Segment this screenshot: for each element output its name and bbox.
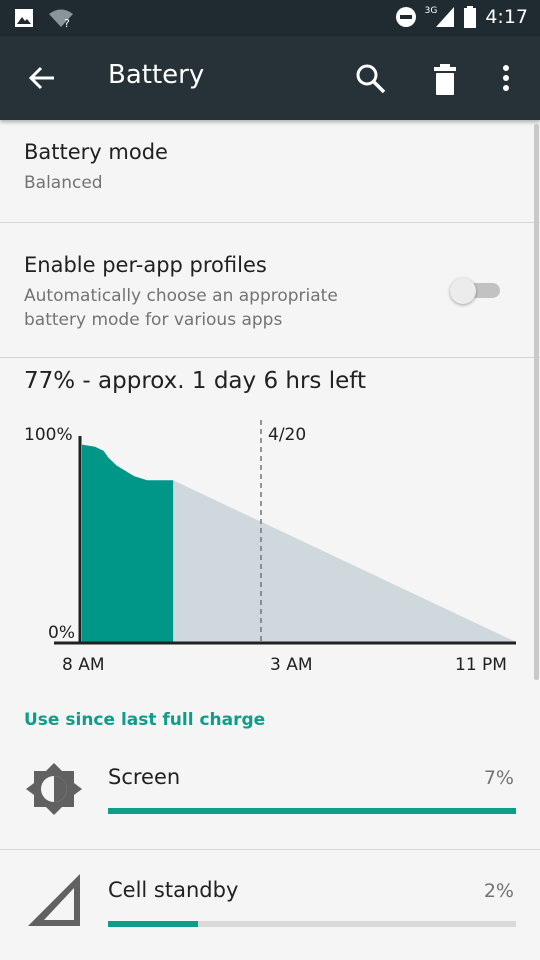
x-tick-label: 8 AM xyxy=(62,655,105,675)
history-area xyxy=(82,444,174,642)
svg-text:?: ? xyxy=(64,17,70,28)
battery-mode-setting[interactable]: Battery mode Balanced xyxy=(0,120,530,222)
usage-progress-bar xyxy=(108,921,516,927)
projection-area xyxy=(173,480,516,642)
x-tick-label: 11 PM xyxy=(455,655,507,675)
per-app-profiles-summary: Automatically choose an appropriate batt… xyxy=(24,286,338,330)
toggle-thumb xyxy=(450,278,476,304)
divider xyxy=(0,849,540,850)
app-bar: Battery xyxy=(0,36,540,120)
usage-progress-bar xyxy=(108,808,516,814)
back-arrow-icon[interactable] xyxy=(26,62,58,94)
usage-label: Screen xyxy=(108,765,181,789)
do-not-disturb-icon xyxy=(395,7,416,27)
usage-percent: 2% xyxy=(483,880,514,902)
battery-estimate-title: 77% - approx. 1 day 6 hrs left xyxy=(24,368,366,394)
scrollbar[interactable] xyxy=(534,124,539,680)
section-header: Use since last full charge xyxy=(24,710,266,730)
battery-icon xyxy=(464,6,477,28)
battery-mode-value: Balanced xyxy=(24,173,103,193)
divider xyxy=(0,357,540,358)
cell-signal-icon xyxy=(28,874,80,926)
cell-signal-icon xyxy=(436,7,455,27)
per-app-profiles-title: Enable per-app profiles xyxy=(24,253,267,277)
network-type-label: 3G xyxy=(424,6,438,16)
usage-label: Cell standby xyxy=(108,878,239,902)
battery-history-chart: 4/20 100% 0% 8 AM 3 AM 11 PM xyxy=(24,420,516,675)
brightness-icon xyxy=(26,763,82,815)
date-marker-label: 4/20 xyxy=(268,425,306,445)
per-app-profiles-toggle[interactable] xyxy=(450,276,502,304)
trash-icon[interactable] xyxy=(430,62,460,96)
battery-mode-title: Battery mode xyxy=(24,140,168,164)
usage-percent: 7% xyxy=(483,767,514,789)
usage-item-screen[interactable]: Screen 7% xyxy=(0,745,540,845)
usage-progress-fill xyxy=(108,921,198,927)
y-tick-label: 0% xyxy=(48,623,75,643)
y-tick-label: 100% xyxy=(24,425,73,445)
page-title: Battery xyxy=(108,60,205,90)
image-icon xyxy=(15,9,33,27)
more-vert-icon[interactable] xyxy=(496,62,516,96)
usage-progress-fill xyxy=(108,808,516,814)
usage-item-cell-standby[interactable]: Cell standby 2% xyxy=(0,858,540,958)
x-tick-label: 3 AM xyxy=(270,655,313,675)
status-time: 4:17 xyxy=(485,6,528,28)
wifi-unknown-icon: ? xyxy=(49,9,73,28)
search-icon[interactable] xyxy=(354,62,388,96)
status-bar: ? 3G 4:17 xyxy=(0,0,540,36)
